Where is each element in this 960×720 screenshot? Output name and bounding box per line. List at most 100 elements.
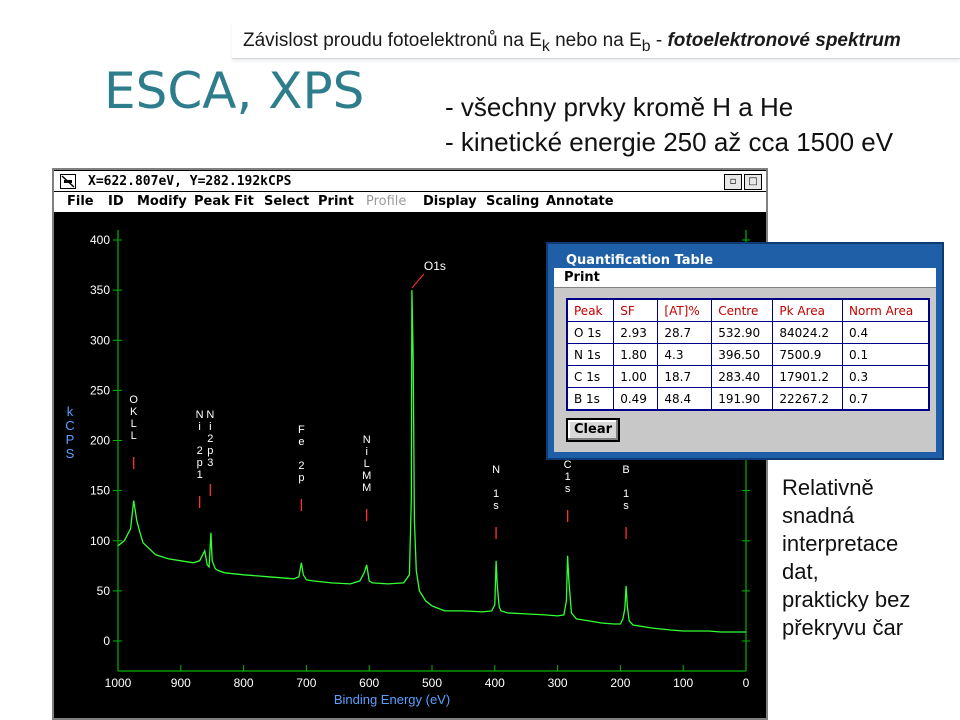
y-axis-label-letter: S <box>66 446 75 461</box>
column-header: Norm Area <box>842 298 930 322</box>
column-header: Pk Area <box>772 298 844 322</box>
table-cell: 2.93 <box>613 321 659 344</box>
column-header: [AT]% <box>657 298 713 322</box>
bullet-elements: - všechny prvky kromě H a He <box>445 92 794 122</box>
y-tick-label: 350 <box>90 283 110 297</box>
dialog-menu-bar <box>554 268 936 288</box>
y-tick-label: 400 <box>90 233 110 247</box>
clear-button[interactable]: Clear <box>566 418 620 442</box>
menu-select[interactable]: Select <box>264 194 309 209</box>
side-note-line: interpretace <box>782 531 899 556</box>
menu-annotate[interactable]: Annotate <box>546 194 614 209</box>
table-cell: N 1s <box>566 343 615 366</box>
peak-label-char: s <box>565 483 571 495</box>
menu-peak-fit[interactable]: Peak Fit <box>194 194 254 209</box>
side-note-line: Relativně <box>782 475 874 500</box>
peak-label-char: i <box>209 421 211 433</box>
menu-profile[interactable]: Profile <box>366 194 406 209</box>
minimize-button[interactable]: ▫ <box>724 174 742 190</box>
menu-modify[interactable]: Modify <box>137 194 187 209</box>
table-cell: 1.00 <box>613 365 659 388</box>
table-cell: 4.3 <box>657 343 713 366</box>
table-row: C 1s 1.00 18.7 283.40 17901.2 0.3 <box>566 365 930 388</box>
table-cell: 0.49 <box>613 387 659 411</box>
table-cell: 396.50 <box>711 343 774 366</box>
table-cell: 7500.9 <box>772 343 844 366</box>
peak-label-char: O <box>129 394 138 406</box>
peak-label-char: 1 <box>493 488 499 500</box>
peak-label-char: p <box>207 445 213 457</box>
table-row: B 1s 0.49 48.4 191.90 22267.2 0.7 <box>566 387 930 411</box>
side-note: Relativně snadná interpretace dat, prakticky… <box>782 474 952 642</box>
peak-label-char: L <box>364 458 370 470</box>
peak-label-char: M <box>362 482 371 494</box>
dialog-print-menu[interactable]: Print <box>564 270 600 285</box>
maximize-button[interactable]: □ <box>744 174 762 190</box>
y-tick-label: 250 <box>90 383 110 397</box>
side-note-line: překryvu čar <box>782 615 904 640</box>
slide-title: ESCA, XPS <box>104 62 365 120</box>
table-cell: C 1s <box>566 365 615 388</box>
x-axis-label: Binding Energy (eV) <box>334 692 450 707</box>
peak-label: O1s <box>424 259 446 273</box>
x-tick-label: 100 <box>673 676 693 690</box>
peak-label-char: 1 <box>623 488 629 500</box>
y-axis-label-letter: C <box>65 418 74 433</box>
bullet-kinetic-energy: - kinetické energie 250 až cca 1500 eV <box>445 127 894 157</box>
dialog-title: Quantification Table <box>566 253 714 268</box>
table-cell: 84024.2 <box>772 321 844 344</box>
system-menu-icon[interactable] <box>60 174 76 189</box>
column-header: Centre <box>711 298 774 322</box>
peak-label-char: i <box>198 421 200 433</box>
peak-label-char: L <box>131 418 137 430</box>
peak-label-char: 1 <box>197 469 203 481</box>
menu-file[interactable]: File <box>67 194 94 209</box>
table-cell: B 1s <box>566 387 615 411</box>
side-note-line: prakticky bez <box>782 587 911 612</box>
table-row: N 1s 1.80 4.3 396.50 7500.9 0.1 <box>566 343 930 366</box>
y-tick-label: 100 <box>90 534 110 548</box>
table-cell: 0.1 <box>842 343 930 366</box>
table-cell: 28.7 <box>657 321 713 344</box>
peak-label-char: 3 <box>207 457 213 469</box>
table-cell: 48.4 <box>657 387 713 411</box>
table-cell: 22267.2 <box>772 387 844 411</box>
window-title-coordinates: X=622.807eV, Y=282.192kCPS <box>88 174 292 189</box>
x-tick-label: 0 <box>743 676 750 690</box>
y-tick-label: 300 <box>90 333 110 347</box>
peak-label-char: N <box>492 464 500 476</box>
table-cell: 283.40 <box>711 365 774 388</box>
table-cell: 0.7 <box>842 387 930 411</box>
table-cell: O 1s <box>566 321 615 344</box>
table-row: O 1s 2.93 28.7 532.90 84024.2 0.4 <box>566 321 930 344</box>
x-tick-label: 900 <box>171 676 191 690</box>
table-cell: 0.3 <box>842 365 930 388</box>
x-tick-label: 1000 <box>105 676 132 690</box>
menu-scaling[interactable]: Scaling <box>486 194 539 209</box>
x-tick-label: 300 <box>548 676 568 690</box>
peak-label-char: 2 <box>207 433 213 445</box>
peak-label-char: L <box>131 430 137 442</box>
y-axis-label-letter: k <box>67 404 74 419</box>
table-cell: 532.90 <box>711 321 774 344</box>
quantification-table: Peak SF [AT]% Centre Pk Area Norm Area O 1s 2.… <box>566 298 930 411</box>
peak-label-char: N <box>196 409 204 421</box>
menu-display[interactable]: Display <box>423 194 477 209</box>
peak-label-char: p <box>298 472 304 484</box>
menu-print[interactable]: Print <box>318 194 354 209</box>
table-cell: 17901.2 <box>772 365 844 388</box>
peak-label-char: F <box>298 424 305 436</box>
y-tick-label: 200 <box>90 434 110 448</box>
column-header: Peak <box>566 298 615 322</box>
peak-label-char: p <box>197 457 203 469</box>
peak-label-char: M <box>362 470 371 482</box>
peak-label-char: K <box>130 406 138 418</box>
y-tick-label: 150 <box>90 484 110 498</box>
side-note-line: snadná <box>782 503 855 528</box>
peak-label-char: N <box>206 409 214 421</box>
peak-label-char: 2 <box>298 460 304 472</box>
menu-id[interactable]: ID <box>108 194 124 209</box>
table-cell: 191.90 <box>711 387 774 411</box>
x-tick-label: 600 <box>359 676 379 690</box>
x-tick-label: 800 <box>234 676 254 690</box>
